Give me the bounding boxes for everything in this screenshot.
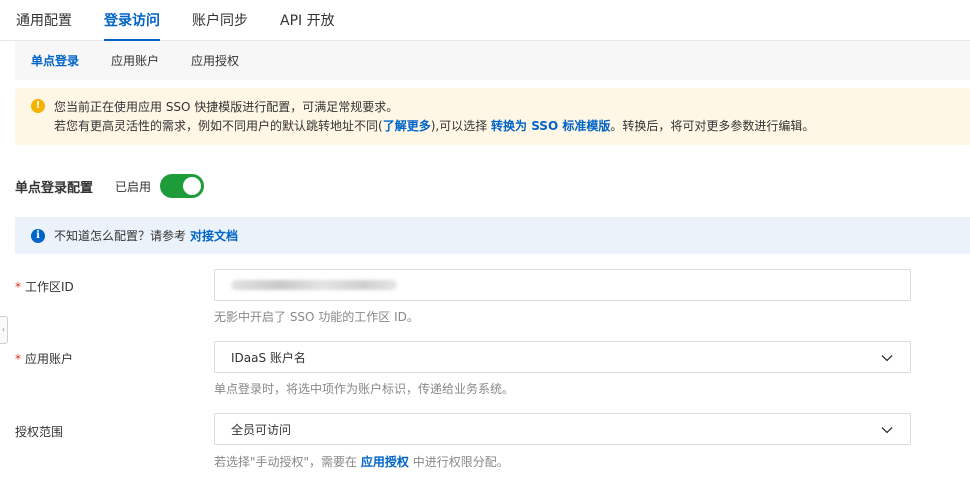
top-tab-bar: 通用配置 登录访问 账户同步 API 开放 bbox=[0, 0, 970, 41]
subtab-app-authorization[interactable]: 应用授权 bbox=[191, 52, 239, 69]
redacted-value bbox=[231, 280, 397, 290]
docs-info-banner: i 不知道怎么配置？请参考 对接文档 bbox=[15, 217, 970, 254]
scope-value: 全员可访问 bbox=[231, 422, 292, 437]
scope-help: 若选择"手动授权"，需要在 应用授权 中进行权限分配。 bbox=[214, 453, 509, 470]
panel-collapse-handle[interactable]: ‹ bbox=[0, 316, 8, 344]
sso-enable-toggle[interactable] bbox=[160, 174, 205, 198]
warning-line-2: 若您有更高灵活性的需求，例如不同用户的默认跳转地址不同(了解更多),可以选择 转… bbox=[31, 117, 954, 136]
required-marker: * bbox=[15, 280, 21, 294]
warning-line-2-mid: ),可以选择 bbox=[430, 119, 492, 133]
tab-login-access[interactable]: 登录访问 bbox=[88, 0, 176, 41]
app-account-select[interactable]: IDaaS 账户名 bbox=[214, 341, 911, 373]
info-icon: i bbox=[31, 228, 45, 243]
warning-line-2-post: 。转换后，将可对更多参数进行编辑。 bbox=[610, 119, 815, 133]
template-warning-banner: ! 您当前正在使用应用 SSO 快捷模版进行配置，可满足常规要求。 若您有更高灵… bbox=[15, 88, 970, 145]
scope-help-post: 中进行权限分配。 bbox=[408, 455, 509, 469]
tab-general-config[interactable]: 通用配置 bbox=[16, 0, 88, 40]
required-marker: * bbox=[15, 352, 21, 366]
warning-icon: ! bbox=[31, 99, 45, 113]
scope-select[interactable]: 全员可访问 bbox=[214, 413, 911, 445]
subtab-app-account[interactable]: 应用账户 bbox=[111, 52, 159, 69]
workspace-id-input[interactable] bbox=[214, 269, 911, 301]
app-account-help: 单点登录时，将选中项作为账户标识，传递给业务系统。 bbox=[214, 382, 515, 396]
learn-more-link[interactable]: 了解更多 bbox=[383, 119, 431, 133]
app-account-label: * 应用账户 bbox=[15, 350, 73, 367]
sso-config-title: 单点登录配置 bbox=[15, 180, 94, 196]
sso-status-label: 已启用 bbox=[115, 179, 152, 194]
warning-line-2-pre: 若您有更高灵活性的需求，例如不同用户的默认跳转地址不同( bbox=[54, 119, 383, 133]
sub-tab-bar: 单点登录 应用账户 应用授权 bbox=[15, 41, 970, 80]
app-account-value: IDaaS 账户名 bbox=[231, 350, 306, 365]
tab-api-open[interactable]: API 开放 bbox=[264, 0, 351, 40]
scope-help-pre: 若选择"手动授权"，需要在 bbox=[214, 455, 361, 469]
workspace-id-label-text: 工作区ID bbox=[25, 280, 74, 294]
tab-account-sync[interactable]: 账户同步 bbox=[176, 0, 264, 40]
toggle-knob bbox=[183, 177, 202, 195]
chevron-down-icon bbox=[881, 427, 893, 434]
app-account-label-text: 应用账户 bbox=[25, 352, 74, 366]
workspace-id-label: * 工作区ID bbox=[15, 278, 74, 295]
chevron-down-icon bbox=[881, 355, 893, 362]
scope-label: 授权范围 bbox=[15, 423, 63, 440]
scope-label-text: 授权范围 bbox=[15, 425, 64, 439]
warning-line-1: 您当前正在使用应用 SSO 快捷模版进行配置，可满足常规要求。 bbox=[54, 100, 399, 114]
sso-config-header: 单点登录配置 已启用 bbox=[15, 174, 205, 198]
app-authorization-link[interactable]: 应用授权 bbox=[361, 455, 409, 469]
convert-to-standard-template-link[interactable]: 转换为 SSO 标准模版 bbox=[491, 119, 610, 133]
integration-docs-link[interactable]: 对接文档 bbox=[190, 227, 238, 244]
workspace-id-help: 无影中开启了 SSO 功能的工作区 ID。 bbox=[214, 310, 419, 324]
docs-info-text: 不知道怎么配置？请参考 bbox=[54, 229, 187, 243]
subtab-sso[interactable]: 单点登录 bbox=[31, 52, 79, 69]
